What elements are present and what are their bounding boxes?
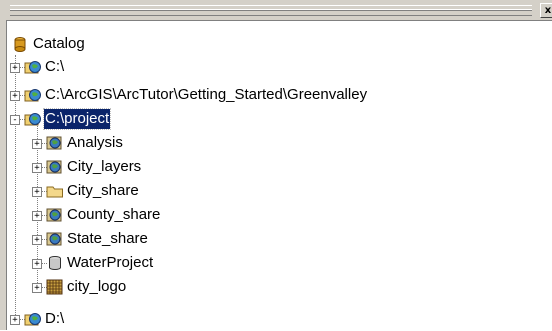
tree-node-waterproject[interactable]: + WaterProject [7,251,547,275]
expand-toggle[interactable]: + [10,63,20,73]
tree-node-label: C:\ArcGIS\ArcTutor\Getting_Started\Green… [45,86,368,103]
tree-node-county-share[interactable]: + County_share [7,203,547,227]
tree-node-label: City_layers [67,158,142,175]
tree-node-project[interactable]: - C:\project [7,107,547,131]
collapse-toggle[interactable]: - [10,115,20,125]
expand-toggle[interactable]: + [32,211,42,221]
folder-connection-icon [24,89,41,102]
expand-toggle[interactable]: + [32,139,42,149]
tree-node-label-selected: C:\project [42,108,112,130]
tree-node-label: city_logo [67,278,127,295]
drag-grip[interactable] [10,5,532,16]
tree-node-label: State_share [67,230,148,247]
catalog-tree: Catalog + C:\ + C:\ArcGIS\ArcTutor\Getti… [7,20,552,331]
expand-toggle[interactable]: + [32,235,42,245]
tree-node-city-logo[interactable]: + city_logo [7,275,547,299]
tree-node-label: City_share [67,182,139,199]
tree-node-label: C:\ [45,58,65,75]
tree-node-c-drive[interactable]: + C:\ [7,55,547,79]
tree-node-label: Analysis [67,134,123,151]
tree-node-city-share[interactable]: + City_share [7,179,547,203]
expand-toggle[interactable]: + [32,163,42,173]
folder-icon [46,186,63,198]
tree-node-d-drive[interactable]: + D:\ [7,307,547,331]
catalog-icon [14,37,26,52]
tree-node-label: D:\ [45,310,65,327]
tree-node-city-layers[interactable]: + City_layers [7,155,547,179]
folder-connection-icon [24,313,41,326]
tree-node-greenvalley[interactable]: + C:\ArcGIS\ArcTutor\Getting_Started\Gre… [7,83,547,107]
expand-toggle[interactable]: + [32,259,42,269]
title-bar[interactable]: x [0,0,552,20]
tree-node-label: Catalog [33,35,85,52]
layer-package-icon [46,136,62,150]
layer-package-icon [46,232,62,246]
tree-node-catalog[interactable]: Catalog [7,32,547,56]
catalog-window: x Catalog + C:\ + C:\ArcGIS\ArcTutor\Get… [0,0,552,331]
tree-node-label: WaterProject [67,254,154,271]
raster-icon [46,279,63,295]
expand-toggle[interactable]: + [32,187,42,197]
layer-package-icon [46,208,62,222]
expand-toggle[interactable]: + [10,91,20,101]
database-icon [49,256,61,270]
folder-connection-icon [24,61,41,74]
expand-toggle[interactable]: + [32,283,42,293]
layer-package-icon [46,160,62,174]
tree-node-state-share[interactable]: + State_share [7,227,547,251]
close-button[interactable]: x [540,3,552,18]
tree-node-label: County_share [67,206,161,223]
tree-node-analysis[interactable]: + Analysis [7,131,547,155]
folder-connection-icon [24,113,41,126]
window-edge [0,20,7,330]
expand-toggle[interactable]: + [10,315,20,325]
